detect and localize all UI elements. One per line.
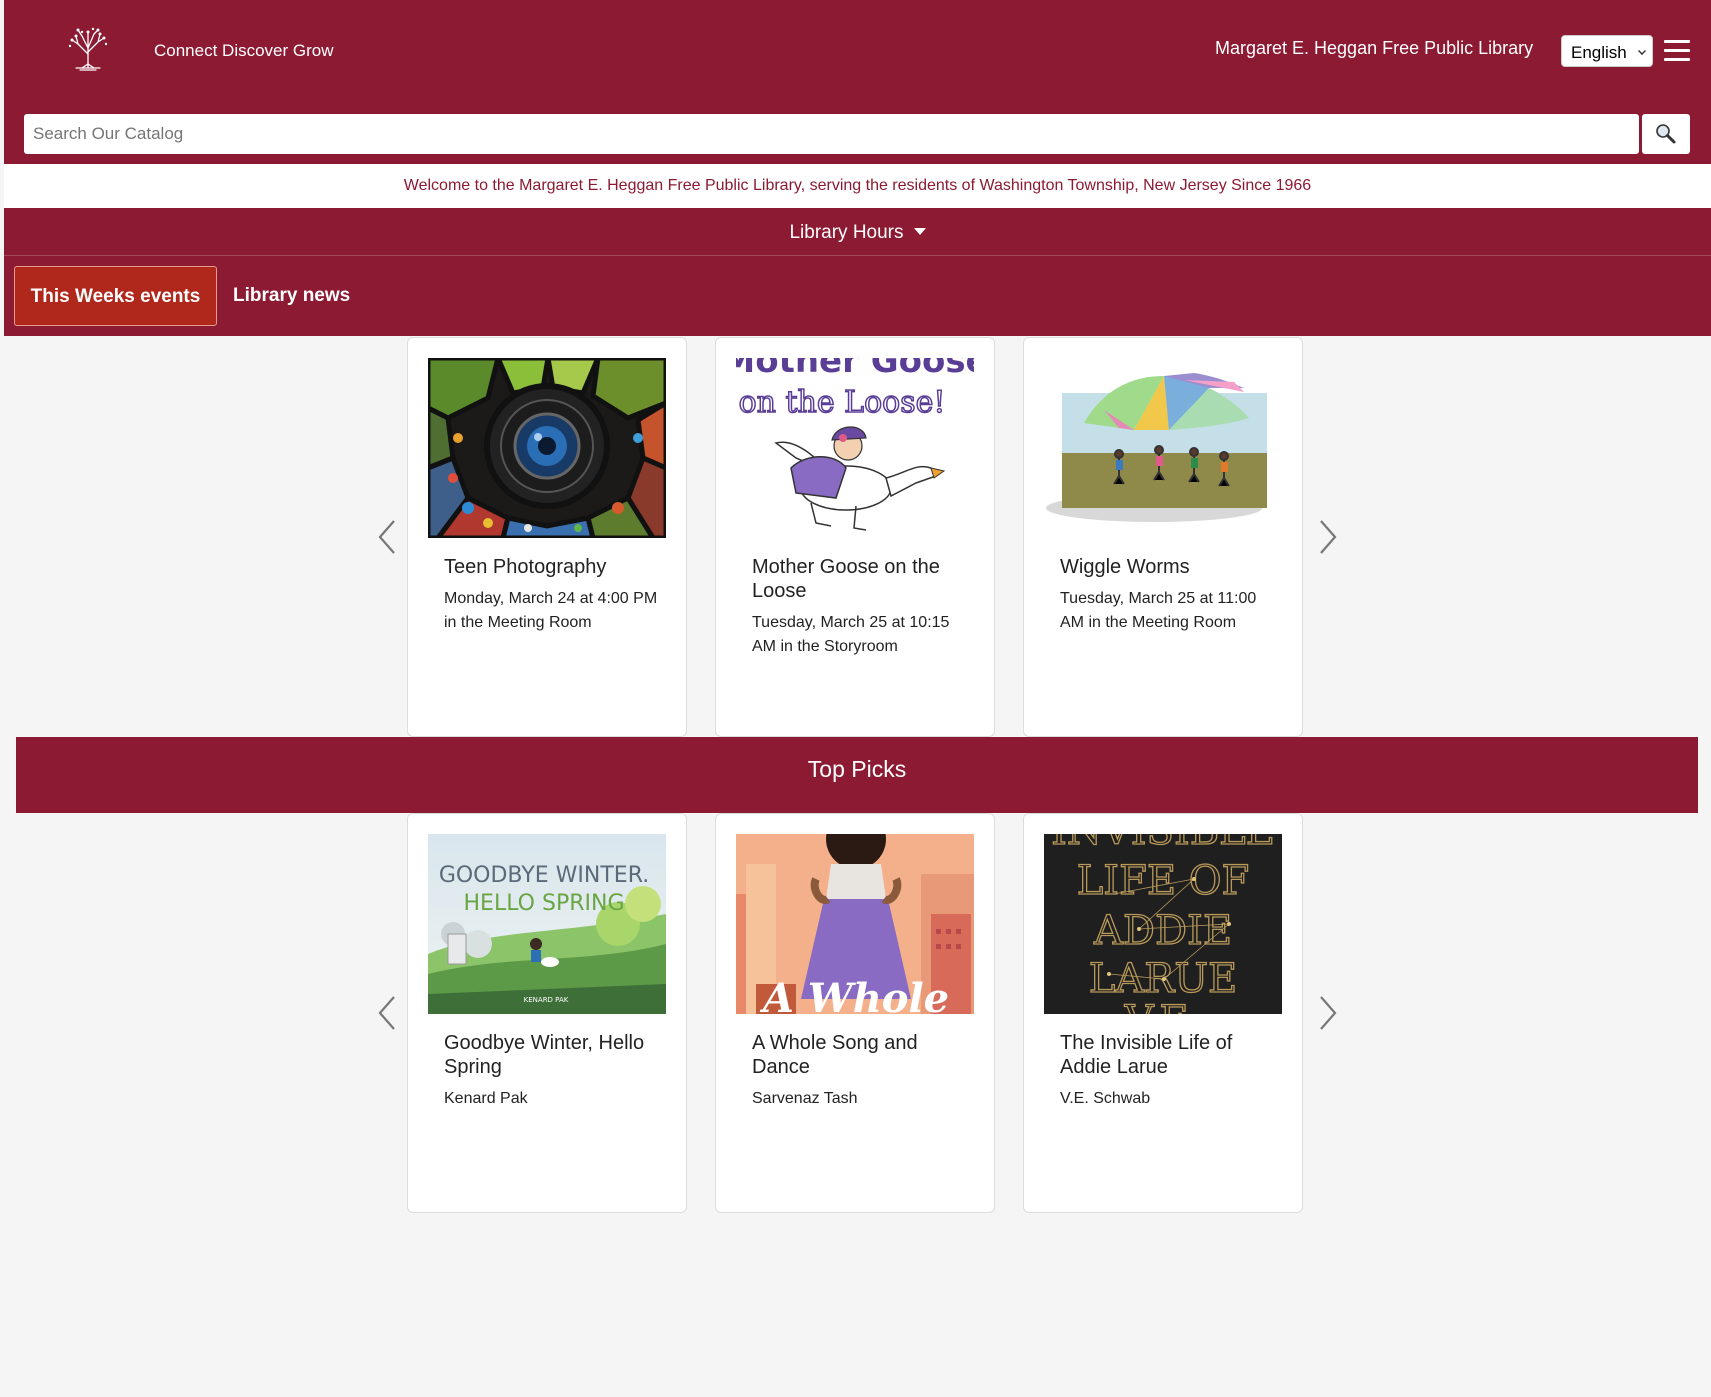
book-author: Sarvenaz Tash <box>752 1090 858 1107</box>
hamburger-menu-icon[interactable] <box>1664 40 1690 62</box>
event-detail: Tuesday, March 25 at 11:00 AM in the Mee… <box>1060 590 1257 631</box>
book-card[interactable]: INVISIBLE LIFE OF ADDIE LARUE V.E. The I… <box>1023 813 1303 1213</box>
chevron-down-icon <box>1638 47 1646 55</box>
book-title[interactable]: A Whole Song and Dance <box>752 1031 972 1079</box>
language-select[interactable]: English <box>1561 35 1653 67</box>
picks-next-arrow-icon[interactable] <box>1317 993 1339 1033</box>
event-title[interactable]: Teen Photography <box>444 555 664 579</box>
tabs-bar: This Weeks events Library news <box>4 256 1711 336</box>
book-author: Kenard Pak <box>444 1090 528 1107</box>
tree-logo-icon[interactable] <box>62 22 114 74</box>
addie-larue-cover-line3: ADDIE <box>1093 908 1232 954</box>
catalog-search-input[interactable] <box>24 114 1639 154</box>
library-hours-toggle[interactable]: Library Hours <box>4 208 1711 256</box>
event-card[interactable]: Mother Goose on the Loose! Mother Goose … <box>715 337 995 737</box>
goodbye-winter-cover-author: KENARD PAK <box>524 996 569 1004</box>
top-picks-heading: Top Picks <box>16 737 1698 813</box>
site-header: Connect Discover Grow Margaret E. Heggan… <box>4 0 1711 164</box>
caret-down-icon <box>913 228 926 235</box>
goodbye-winter-cover-line1: GOODBYE WINTER. <box>439 863 649 888</box>
search-icon <box>1656 124 1676 144</box>
event-image-camera[interactable] <box>428 358 666 538</box>
event-image-mother-goose[interactable]: Mother Goose on the Loose! <box>736 358 974 538</box>
book-title[interactable]: Goodbye Winter, Hello Spring <box>444 1031 664 1079</box>
addie-larue-cover-line5: V.E. <box>1124 998 1202 1014</box>
mother-goose-image-title: Mother Goose <box>736 358 974 381</box>
goodbye-winter-cover-line2: HELLO SPRING <box>464 891 625 916</box>
language-select-value: English <box>1571 43 1627 62</box>
book-card[interactable]: A Whole A Whole Song and Dance Sarvenaz … <box>715 813 995 1213</box>
book-title[interactable]: The Invisible Life of Addie Larue <box>1060 1031 1280 1079</box>
events-prev-arrow-icon[interactable] <box>376 517 398 557</box>
book-cover-whole-song[interactable]: A Whole <box>736 834 974 1014</box>
event-card[interactable]: Teen Photography Monday, March 24 at 4:0… <box>407 337 687 737</box>
event-detail: Tuesday, March 25 at 10:15 AM in the Sto… <box>752 614 950 655</box>
addie-larue-cover-line2: LIFE OF <box>1077 858 1250 904</box>
whole-song-cover-text: A Whole <box>759 975 949 1014</box>
event-title[interactable]: Wiggle Worms <box>1060 555 1280 579</box>
event-card[interactable]: Wiggle Worms Tuesday, March 25 at 11:00 … <box>1023 337 1303 737</box>
picks-prev-arrow-icon[interactable] <box>376 993 398 1033</box>
tab-library-news[interactable]: Library news <box>233 285 350 307</box>
addie-larue-cover-line1: INVISIBLE <box>1051 834 1275 854</box>
book-cover-goodbye-winter[interactable]: GOODBYE WINTER. HELLO SPRING KENARD PAK <box>428 834 666 1014</box>
book-card[interactable]: GOODBYE WINTER. HELLO SPRING KENARD PAK … <box>407 813 687 1213</box>
event-detail: Monday, March 24 at 4:00 PM in the Meeti… <box>444 590 658 631</box>
welcome-message: Welcome to the Margaret E. Heggan Free P… <box>4 164 1711 208</box>
search-button[interactable] <box>1642 114 1690 154</box>
library-name-link[interactable]: Margaret E. Heggan Free Public Library <box>1215 38 1533 59</box>
site-tagline: Connect Discover Grow <box>154 41 334 60</box>
book-author: V.E. Schwab <box>1060 1090 1151 1107</box>
library-hours-label: Library Hours <box>789 222 904 243</box>
tab-this-weeks-events[interactable]: This Weeks events <box>14 266 217 326</box>
event-image-wiggle-worms[interactable] <box>1044 358 1282 538</box>
book-cover-addie-larue[interactable]: INVISIBLE LIFE OF ADDIE LARUE V.E. <box>1044 834 1282 1014</box>
events-next-arrow-icon[interactable] <box>1317 517 1339 557</box>
page: Connect Discover Grow Margaret E. Heggan… <box>4 0 1711 1397</box>
mother-goose-image-subtitle: on the Loose! <box>739 385 946 420</box>
event-title[interactable]: Mother Goose on the Loose <box>752 555 972 603</box>
